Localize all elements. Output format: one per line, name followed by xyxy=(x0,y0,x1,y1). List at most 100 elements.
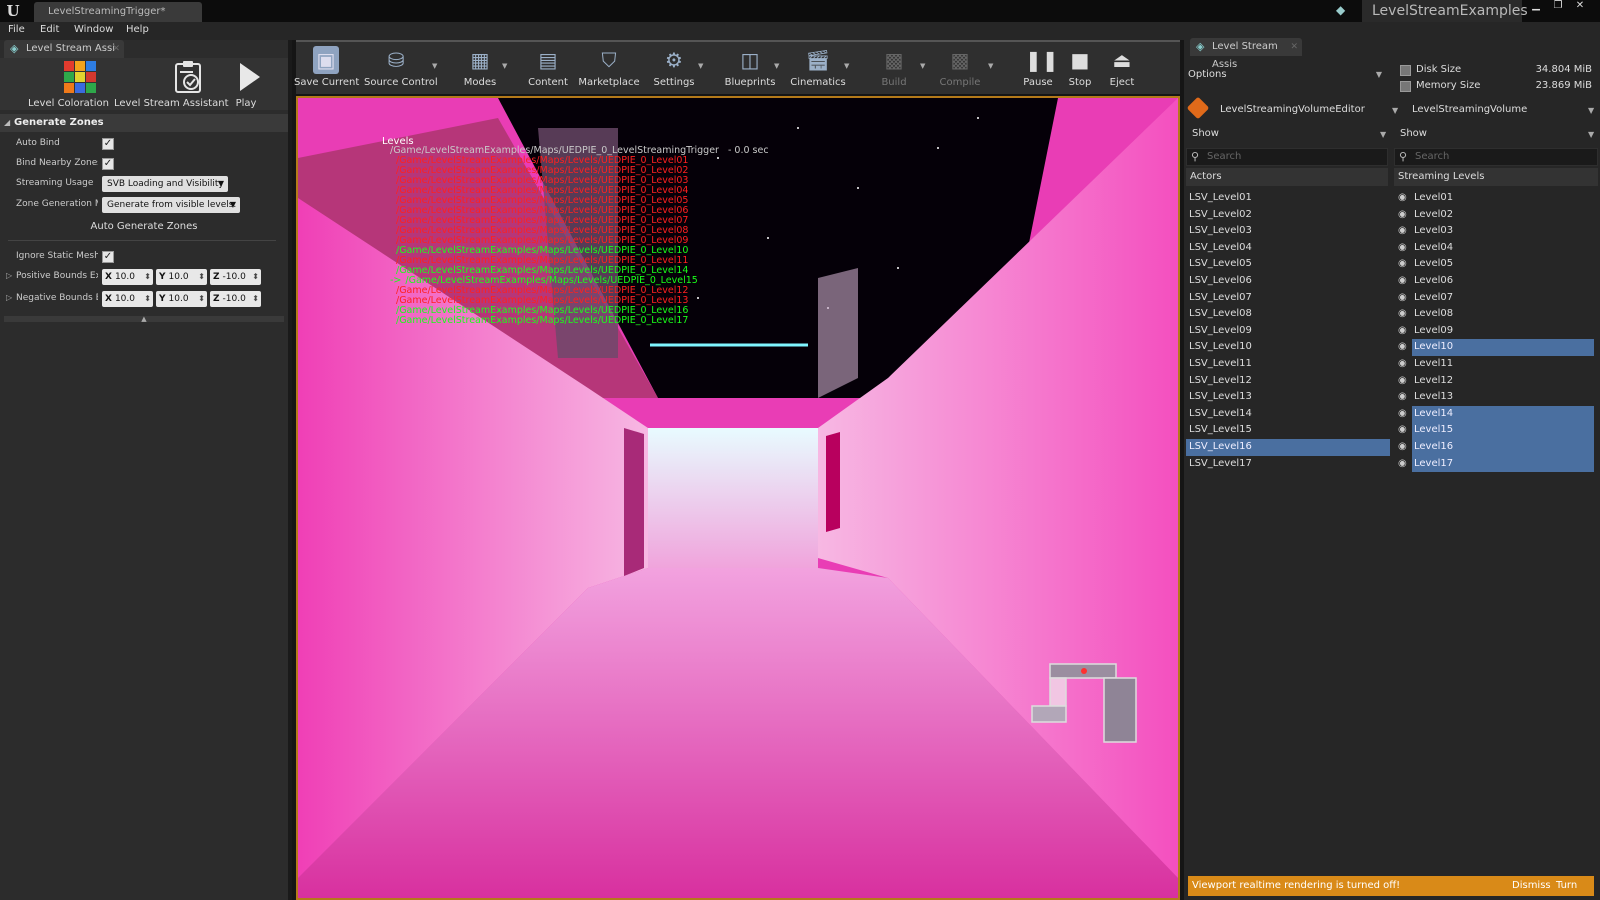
actor-list-item[interactable]: LSV_Level16 xyxy=(1186,438,1390,456)
actors-search-input[interactable]: ⚲ Search xyxy=(1186,148,1388,166)
actor-list-item[interactable]: LSV_Level11 xyxy=(1186,356,1390,373)
content-button[interactable]: ▤ Content xyxy=(516,46,580,88)
options-dropdown[interactable]: Options ▼ xyxy=(1188,66,1388,84)
streaming-level-list-item[interactable]: ◉ Level17 xyxy=(1394,455,1600,473)
chevron-down-icon[interactable]: ▼ xyxy=(698,62,703,70)
visibility-eye-icon[interactable]: ◉ xyxy=(1398,339,1412,356)
streaming-search-input[interactable]: ⚲ Search xyxy=(1394,148,1598,166)
visibility-eye-icon[interactable]: ◉ xyxy=(1398,240,1412,257)
maximize-icon[interactable]: ❐ xyxy=(1548,1,1568,13)
source-control-button[interactable]: ⛁ Source Control xyxy=(364,46,438,88)
actor-list-item[interactable]: LSV_Level15 xyxy=(1186,422,1390,439)
actor-list-item[interactable]: LSV_Level01 xyxy=(1186,190,1390,207)
auto-bind-checkbox[interactable]: ✓ xyxy=(102,138,114,150)
tab-close-icon[interactable]: ✕ xyxy=(112,40,120,58)
streaming-level-list-item[interactable]: ◉ Level14 xyxy=(1394,405,1600,423)
close-icon[interactable]: ✕ xyxy=(1570,1,1590,13)
level-viewport[interactable]: Levels /Game/LevelStreamExamples/Maps/UE… xyxy=(296,96,1180,900)
visibility-eye-icon[interactable]: ◉ xyxy=(1398,422,1412,439)
streaming-level-list-item[interactable]: ◉ Level07 xyxy=(1394,290,1600,307)
ignore-static-checkbox[interactable]: ✓ xyxy=(102,251,114,263)
zone-generation-dropdown[interactable]: Generate from visible levels. ▼ xyxy=(102,197,240,213)
actor-list-item[interactable]: LSV_Level10 xyxy=(1186,339,1390,356)
streaming-level-list-item[interactable]: ◉ Level15 xyxy=(1394,422,1600,439)
menu-file[interactable]: File xyxy=(8,24,25,35)
positive-bounds-z-input[interactable]: Z -10.0 ⬍ xyxy=(210,269,261,285)
menu-edit[interactable]: Edit xyxy=(40,24,59,35)
chevron-down-icon[interactable]: ▼ xyxy=(1588,130,1594,139)
marketplace-button[interactable]: ⛉ Marketplace xyxy=(574,46,644,88)
visibility-eye-icon[interactable]: ◉ xyxy=(1398,223,1412,240)
negative-bounds-x-input[interactable]: X 10.0 ⬍ xyxy=(102,291,153,307)
streaming-level-list-item[interactable]: ◉ Level08 xyxy=(1394,306,1600,323)
dismiss-button[interactable]: Dismiss xyxy=(1512,876,1551,896)
streaming-level-list-item[interactable]: ◉ Level04 xyxy=(1394,240,1600,257)
actor-list-item[interactable]: LSV_Level07 xyxy=(1186,290,1390,307)
actor-list-item[interactable]: LSV_Level06 xyxy=(1186,273,1390,290)
actor-list-item[interactable]: LSV_Level03 xyxy=(1186,223,1390,240)
blueprints-button[interactable]: ◫ Blueprints xyxy=(718,46,782,88)
menu-help[interactable]: Help xyxy=(126,24,149,35)
auto-generate-zones-button[interactable]: Auto Generate Zones xyxy=(0,218,288,236)
visibility-eye-icon[interactable]: ◉ xyxy=(1398,207,1412,224)
panel-collapse-handle[interactable]: ▲ xyxy=(4,316,284,323)
actor-list-item[interactable]: LSV_Level04 xyxy=(1186,240,1390,257)
compile-button[interactable]: ▩ Compile xyxy=(928,46,992,88)
chevron-down-icon[interactable]: ▼ xyxy=(502,62,507,70)
tab-close-icon[interactable]: ✕ xyxy=(1290,38,1298,56)
streaming-level-list-item[interactable]: ◉ Level05 xyxy=(1394,256,1600,273)
positive-bounds-x-input[interactable]: X 10.0 ⬍ xyxy=(102,269,153,285)
actor-list-item[interactable]: LSV_Level12 xyxy=(1186,373,1390,390)
streaming-level-list-item[interactable]: ◉ Level11 xyxy=(1394,356,1600,373)
eject-button[interactable]: ⏏ Eject xyxy=(1090,46,1154,88)
streaming-level-list-item[interactable]: ◉ Level03 xyxy=(1394,223,1600,240)
menu-window[interactable]: Window xyxy=(74,24,113,35)
build-button[interactable]: ▩ Build xyxy=(862,46,926,88)
visibility-eye-icon[interactable]: ◉ xyxy=(1398,273,1412,290)
actor-list-item[interactable]: LSV_Level08 xyxy=(1186,306,1390,323)
show-right-dropdown[interactable]: Show xyxy=(1400,128,1427,139)
visibility-eye-icon[interactable]: ◉ xyxy=(1398,256,1412,273)
chevron-down-icon[interactable]: ▼ xyxy=(988,62,993,70)
chevron-down-icon[interactable]: ▼ xyxy=(1392,106,1398,115)
level-coloration-button[interactable]: Level Coloration xyxy=(28,60,109,109)
streaming-level-list-item[interactable]: ◉ Level02 xyxy=(1394,207,1600,224)
chevron-down-icon[interactable]: ▼ xyxy=(1380,130,1386,139)
expand-arrow-icon[interactable]: ▷ xyxy=(6,271,12,280)
streaming-level-list-item[interactable]: ◉ Level13 xyxy=(1394,389,1600,406)
visibility-eye-icon[interactable]: ◉ xyxy=(1398,406,1412,423)
volume-editor-name[interactable]: LevelStreamingVolumeEditor xyxy=(1220,104,1365,115)
visibility-eye-icon[interactable]: ◉ xyxy=(1398,356,1412,373)
actor-list-item[interactable]: LSV_Level14 xyxy=(1186,406,1390,423)
turn-on-button[interactable]: Turn On xyxy=(1556,876,1594,900)
streaming-levels-column-header[interactable]: Streaming Levels xyxy=(1394,168,1598,186)
right-panel-tab[interactable]: ◈ Level Stream Assis ✕ xyxy=(1190,38,1302,70)
visibility-eye-icon[interactable]: ◉ xyxy=(1398,439,1412,456)
actor-list-item[interactable]: LSV_Level13 xyxy=(1186,389,1390,406)
volume-class-name[interactable]: LevelStreamingVolume xyxy=(1412,104,1527,115)
streaming-level-list-item[interactable]: ◉ Level16 xyxy=(1394,438,1600,456)
visibility-eye-icon[interactable]: ◉ xyxy=(1398,306,1412,323)
streaming-level-list-item[interactable]: ◉ Level10 xyxy=(1394,339,1600,356)
positive-bounds-y-input[interactable]: Y 10.0 ⬍ xyxy=(156,269,207,285)
visibility-eye-icon[interactable]: ◉ xyxy=(1398,456,1412,473)
visibility-eye-icon[interactable]: ◉ xyxy=(1398,323,1412,340)
expand-arrow-icon[interactable]: ▷ xyxy=(6,293,12,302)
generate-zones-header[interactable]: ◢ Generate Zones xyxy=(0,114,288,132)
document-tab[interactable]: LevelStreamingTrigger* xyxy=(34,2,202,22)
actor-list-item[interactable]: LSV_Level17 xyxy=(1186,456,1390,473)
visibility-eye-icon[interactable]: ◉ xyxy=(1398,389,1412,406)
chevron-down-icon[interactable]: ▼ xyxy=(844,62,849,70)
minimize-icon[interactable]: ▁ xyxy=(1526,1,1546,13)
visibility-eye-icon[interactable]: ◉ xyxy=(1398,373,1412,390)
streaming-usage-dropdown[interactable]: SVB Loading and Visibility ▼ xyxy=(102,176,228,192)
bind-nearby-checkbox[interactable]: ✓ xyxy=(102,158,114,170)
chevron-down-icon[interactable]: ▼ xyxy=(774,62,779,70)
show-left-dropdown[interactable]: Show xyxy=(1192,128,1219,139)
chevron-down-icon[interactable]: ▼ xyxy=(1588,106,1594,115)
left-panel-tab[interactable]: ◈ Level Stream Assi ✕ xyxy=(4,40,124,58)
settings-button[interactable]: ⚙ Settings xyxy=(642,46,706,88)
actor-list-item[interactable]: LSV_Level05 xyxy=(1186,256,1390,273)
streaming-level-list-item[interactable]: ◉ Level06 xyxy=(1394,273,1600,290)
streaming-level-list-item[interactable]: ◉ Level01 xyxy=(1394,190,1600,207)
